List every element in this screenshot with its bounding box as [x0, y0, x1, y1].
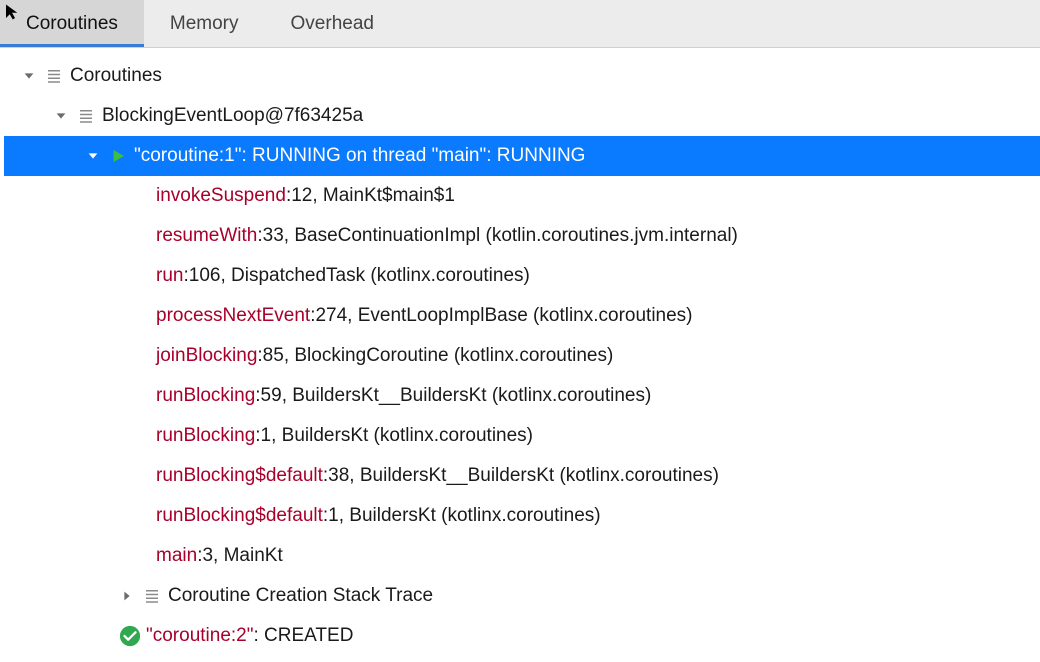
thread-group-icon: [138, 587, 166, 605]
tab-overhead[interactable]: Overhead: [265, 0, 400, 47]
stack-frame[interactable]: runBlocking$default:38, BuildersKt__Buil…: [4, 456, 1040, 496]
tabbar: Coroutines Memory Overhead: [0, 0, 1040, 48]
stack-frame-label: invokeSuspend:12, MainKt$main$1: [156, 185, 455, 207]
tree-dispatcher-label: BlockingEventLoop@7f63425a: [102, 105, 363, 127]
chevron-down-icon[interactable]: [82, 149, 104, 163]
thread-group-icon: [72, 107, 100, 125]
stack-frame-label: joinBlocking:85, BlockingCoroutine (kotl…: [156, 345, 613, 367]
chevron-down-icon[interactable]: [50, 109, 72, 123]
stack-frame-label: runBlocking:1, BuildersKt (kotlinx.corou…: [156, 425, 533, 447]
check-circle-icon: [116, 625, 144, 647]
tree-creation-stack[interactable]: Coroutine Creation Stack Trace: [4, 576, 1040, 616]
stack-frame-label: resumeWith:33, BaseContinuationImpl (kot…: [156, 225, 738, 247]
tree-root[interactable]: Coroutines: [4, 56, 1040, 96]
tree-root-label: Coroutines: [70, 65, 162, 87]
stack-frame[interactable]: resumeWith:33, BaseContinuationImpl (kot…: [4, 216, 1040, 256]
tab-memory[interactable]: Memory: [144, 0, 265, 47]
stack-frame[interactable]: runBlocking$default:1, BuildersKt (kotli…: [4, 496, 1040, 536]
stack-frame[interactable]: runBlocking:59, BuildersKt__BuildersKt (…: [4, 376, 1040, 416]
coroutine-running-label: "coroutine:1": RUNNING on thread "main":…: [134, 145, 585, 167]
stack-frame-label: runBlocking:59, BuildersKt__BuildersKt (…: [156, 385, 651, 407]
creation-stack-label: Coroutine Creation Stack Trace: [168, 585, 433, 607]
stack-frame[interactable]: processNextEvent:274, EventLoopImplBase …: [4, 296, 1040, 336]
stack-frame[interactable]: runBlocking:1, BuildersKt (kotlinx.corou…: [4, 416, 1040, 456]
chevron-down-icon[interactable]: [18, 69, 40, 83]
stack-frame-label: runBlocking$default:38, BuildersKt__Buil…: [156, 465, 719, 487]
tab-coroutines[interactable]: Coroutines: [0, 0, 144, 47]
stack-frame[interactable]: invokeSuspend:12, MainKt$main$1: [4, 176, 1040, 216]
coroutine-created-label: "coroutine:2": CREATED: [146, 625, 353, 647]
stack-frame-label: processNextEvent:274, EventLoopImplBase …: [156, 305, 693, 327]
coroutines-tree: Coroutines BlockingEventLoop@7f63425a "c…: [0, 48, 1040, 662]
tree-dispatcher[interactable]: BlockingEventLoop@7f63425a: [4, 96, 1040, 136]
stack-frame-label: run:106, DispatchedTask (kotlinx.corouti…: [156, 265, 530, 287]
tree-coroutine-running[interactable]: "coroutine:1": RUNNING on thread "main":…: [4, 136, 1040, 176]
stack-frame-label: runBlocking$default:1, BuildersKt (kotli…: [156, 505, 601, 527]
play-icon: [104, 147, 132, 165]
stack-frame[interactable]: joinBlocking:85, BlockingCoroutine (kotl…: [4, 336, 1040, 376]
chevron-right-icon[interactable]: [116, 589, 138, 603]
stack-frame[interactable]: main:3, MainKt: [4, 536, 1040, 576]
stack-frame[interactable]: run:106, DispatchedTask (kotlinx.corouti…: [4, 256, 1040, 296]
stack-frame-label: main:3, MainKt: [156, 545, 283, 567]
tree-coroutine-created[interactable]: "coroutine:2": CREATED: [4, 616, 1040, 656]
thread-group-icon: [40, 67, 68, 85]
